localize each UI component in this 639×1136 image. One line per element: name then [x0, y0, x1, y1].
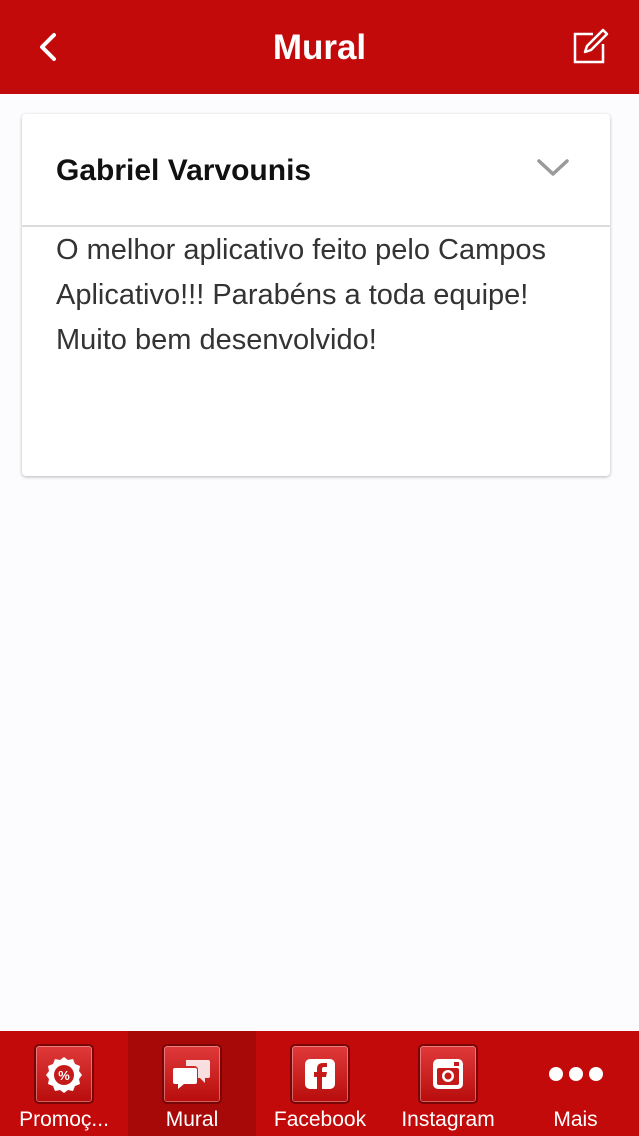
post-card: Gabriel Varvounis O melhor aplicativo fe… — [22, 114, 610, 476]
post-header: Gabriel Varvounis — [22, 114, 610, 227]
post-author: Gabriel Varvounis — [56, 154, 312, 187]
svg-text:%: % — [58, 1068, 70, 1083]
tab-label: Instagram — [401, 1108, 495, 1131]
chevron-down-icon — [537, 159, 569, 176]
tab-label: Mural — [165, 1108, 219, 1131]
more-dots-icon — [546, 1051, 606, 1097]
tab-promocoes[interactable]: % Promoç... — [0, 1031, 128, 1136]
facebook-icon — [290, 1044, 350, 1104]
tab-label: Facebook — [273, 1108, 367, 1131]
tab-instagram[interactable]: Instagram — [384, 1031, 512, 1136]
tab-label: Mais — [553, 1108, 598, 1131]
navigation-bar: Mural — [0, 0, 639, 94]
expand-post-button[interactable] — [532, 150, 574, 186]
chat-bubbles-icon — [162, 1044, 222, 1104]
post-message: O melhor aplicativo feito pelo Campos Ap… — [56, 234, 547, 356]
instagram-icon — [418, 1044, 478, 1104]
compose-button[interactable] — [566, 24, 614, 70]
tab-mais[interactable]: Mais — [512, 1031, 639, 1136]
tab-facebook[interactable]: Facebook — [256, 1031, 384, 1136]
page-title: Mural — [272, 28, 367, 67]
tab-bar: % Promoç... Mural Facebook Instagram Mai… — [0, 1031, 639, 1136]
compose-icon — [573, 28, 609, 64]
percent-badge-icon: % — [34, 1044, 94, 1104]
tab-mural[interactable]: Mural — [128, 1031, 256, 1136]
tab-label: Promoç... — [19, 1108, 109, 1131]
